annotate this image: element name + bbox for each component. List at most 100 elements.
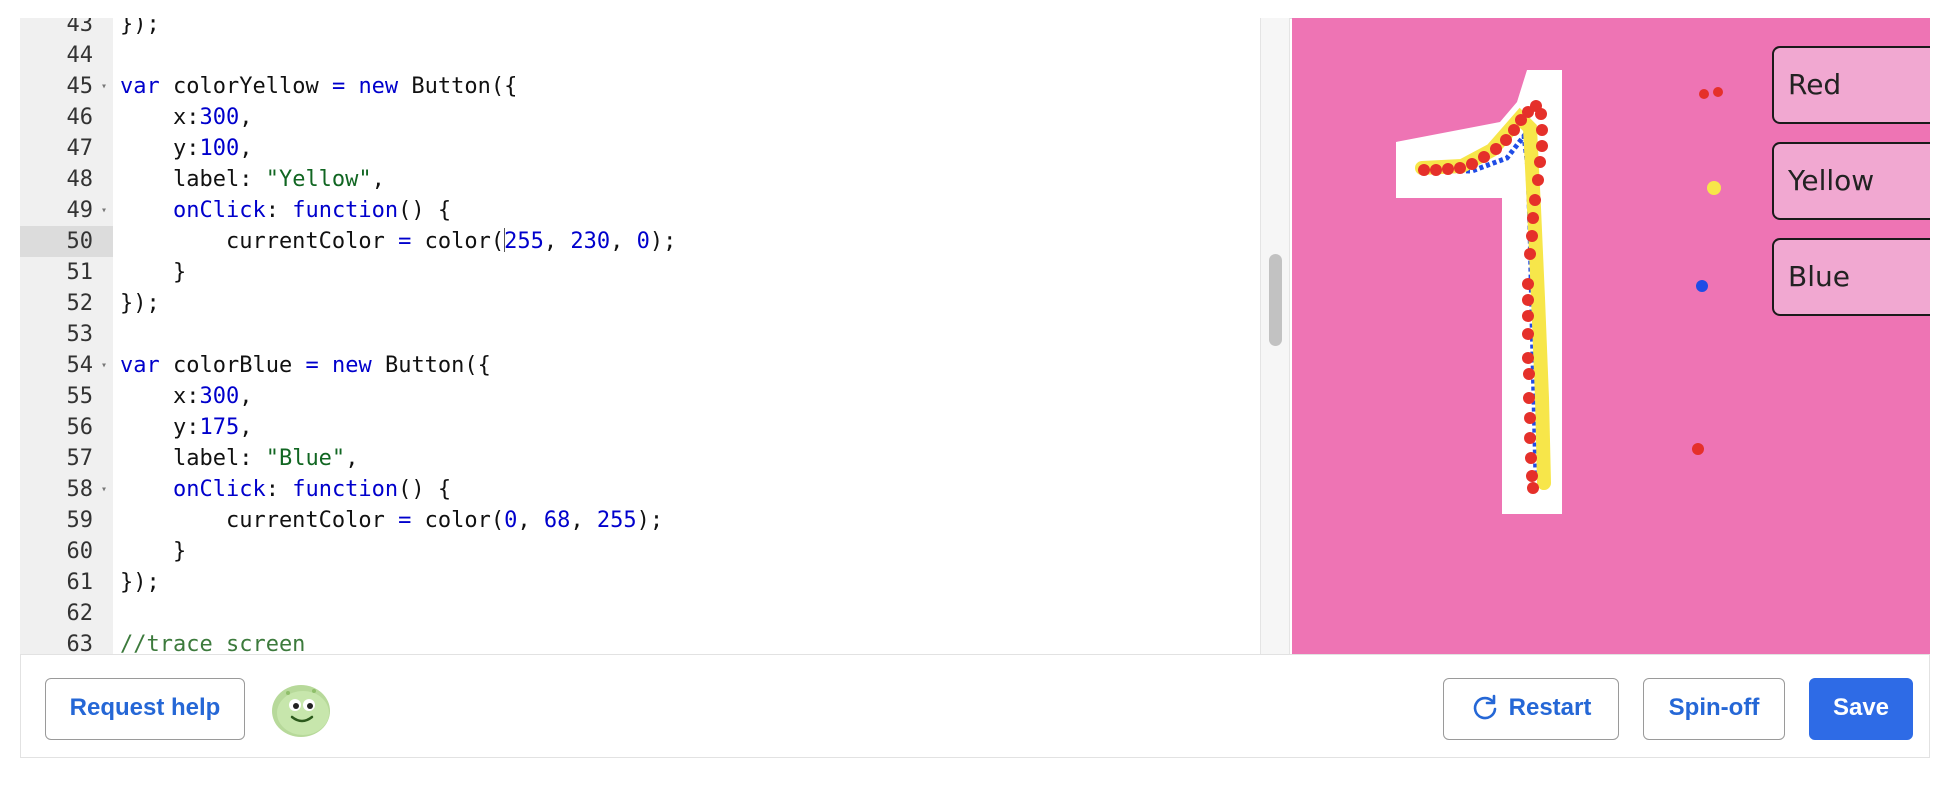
code-token: =: [398, 229, 412, 254]
code-line[interactable]: 47 y:100,: [20, 133, 1260, 164]
editor-scrollbar-thumb[interactable]: [1269, 254, 1282, 346]
code-text[interactable]: onClick: function() {: [120, 474, 451, 505]
canvas-red-button[interactable]: Red: [1772, 46, 1930, 124]
line-number-cell: 46: [20, 102, 113, 133]
code-token: x:: [120, 105, 200, 130]
code-text[interactable]: var colorYellow = new Button({: [120, 71, 517, 102]
code-token: ,: [517, 508, 544, 533]
code-line[interactable]: 52});: [20, 288, 1260, 319]
code-text[interactable]: });: [120, 288, 160, 319]
code-token: onClick: [172, 477, 266, 502]
code-line[interactable]: 48 label: "Yellow",: [20, 164, 1260, 195]
output-canvas[interactable]: Red Yellow Blue: [1292, 18, 1930, 654]
canvas-yellow-button[interactable]: Yellow: [1772, 142, 1930, 220]
canvas-blue-button[interactable]: Blue: [1772, 238, 1930, 316]
code-text[interactable]: });: [120, 567, 160, 598]
trace-yellow-dot: [1707, 181, 1721, 195]
code-editor[interactable]: 43}); 44 45 ▾ var colorYellow = new Button({…: [20, 18, 1260, 654]
save-button[interactable]: Save: [1809, 678, 1913, 740]
code-token: color(: [411, 508, 505, 533]
code-text[interactable]: currentColor = color(255, 230, 0);: [120, 226, 676, 257]
line-number: 58: [66, 477, 94, 502]
spin-off-button[interactable]: Spin-off: [1643, 678, 1785, 740]
code-text[interactable]: y:175,: [120, 412, 253, 443]
line-number-cell: 62: [20, 598, 113, 629]
code-token: function: [292, 198, 399, 223]
code-token: var: [120, 74, 160, 99]
code-token: =: [305, 353, 319, 378]
code-text[interactable]: label: "Blue",: [120, 443, 358, 474]
code-token: });: [120, 570, 160, 595]
request-help-label: Request help: [69, 694, 221, 721]
fold-toggle-icon[interactable]: ▾: [101, 474, 107, 505]
code-token: x:: [120, 384, 200, 409]
code-text[interactable]: //trace screen: [120, 629, 305, 654]
code-token: () {: [398, 198, 452, 223]
line-number: 47: [66, 136, 94, 161]
code-token: new: [358, 74, 399, 99]
code-line[interactable]: 46 x:300,: [20, 102, 1260, 133]
line-number-cell: 52: [20, 288, 113, 319]
robot-mascot-icon[interactable]: [270, 681, 332, 744]
line-number: 50: [66, 229, 94, 254]
editor-scrollbar[interactable]: [1260, 18, 1290, 654]
code-text[interactable]: }: [120, 536, 186, 567]
code-token: new: [331, 353, 372, 378]
code-token: });: [120, 291, 160, 316]
code-text[interactable]: currentColor = color(0, 68, 255);: [120, 505, 663, 536]
code-line[interactable]: 45 ▾ var colorYellow = new Button({: [20, 71, 1260, 102]
code-text[interactable]: }: [120, 257, 186, 288]
line-number-cell: 50: [20, 226, 113, 257]
code-line[interactable]: 51 }: [20, 257, 1260, 288]
fold-toggle-icon[interactable]: ▾: [101, 71, 107, 102]
code-line[interactable]: 62: [20, 598, 1260, 629]
save-label: Save: [1832, 694, 1890, 721]
code-token: 300: [199, 384, 240, 409]
code-line[interactable]: 50 currentColor = color(255, 230, 0);: [20, 226, 1260, 257]
code-text[interactable]: y:100,: [120, 133, 253, 164]
spin-off-label: Spin-off: [1668, 694, 1760, 721]
code-line[interactable]: 44: [20, 40, 1260, 71]
fold-toggle-icon[interactable]: ▾: [101, 195, 107, 226]
code-token: 300: [199, 105, 240, 130]
code-token: =: [398, 508, 412, 533]
fold-toggle-icon[interactable]: ▾: [101, 350, 107, 381]
line-number: 57: [66, 446, 94, 471]
code-text[interactable]: onClick: function() {: [120, 195, 451, 226]
code-token: ,: [570, 508, 597, 533]
code-line[interactable]: 54 ▾ var colorBlue = new Button({: [20, 350, 1260, 381]
code-token: ,: [345, 446, 359, 471]
restart-label: Restart: [1508, 694, 1592, 721]
code-line[interactable]: 56 y:175,: [20, 412, 1260, 443]
line-number: 62: [66, 601, 94, 626]
restart-button[interactable]: Restart: [1443, 678, 1619, 740]
code-line[interactable]: 61});: [20, 567, 1260, 598]
code-line[interactable]: 63 //trace screen: [20, 629, 1260, 654]
code-line[interactable]: 55 x:300,: [20, 381, 1260, 412]
code-token: label:: [120, 446, 266, 471]
code-line[interactable]: 60 }: [20, 536, 1260, 567]
line-number-cell: 43: [20, 18, 113, 40]
code-token: ,: [610, 229, 637, 254]
line-number-cell: 54 ▾: [20, 350, 113, 381]
code-line[interactable]: 43});: [20, 18, 1260, 40]
canvas-yellow-button-label: Yellow: [1788, 164, 1875, 197]
code-text[interactable]: var colorBlue = new Button({: [120, 350, 491, 381]
code-text[interactable]: label: "Yellow",: [120, 164, 385, 195]
code-line[interactable]: 49 ▾ onClick: function() {: [20, 195, 1260, 226]
line-number-cell: 48: [20, 164, 113, 195]
request-help-button[interactable]: Request help: [45, 678, 245, 740]
line-number: 48: [66, 167, 94, 192]
code-token: Button({: [398, 74, 518, 99]
code-text[interactable]: });: [120, 18, 160, 40]
code-line[interactable]: 58 ▾ onClick: function() {: [20, 474, 1260, 505]
code-text[interactable]: x:300,: [120, 381, 253, 412]
code-line[interactable]: 57 label: "Blue",: [20, 443, 1260, 474]
code-line[interactable]: 53: [20, 319, 1260, 350]
code-text[interactable]: x:300,: [120, 102, 253, 133]
code-line[interactable]: 59 currentColor = color(0, 68, 255);: [20, 505, 1260, 536]
line-number-cell: 47: [20, 133, 113, 164]
code-token: label:: [120, 167, 266, 192]
